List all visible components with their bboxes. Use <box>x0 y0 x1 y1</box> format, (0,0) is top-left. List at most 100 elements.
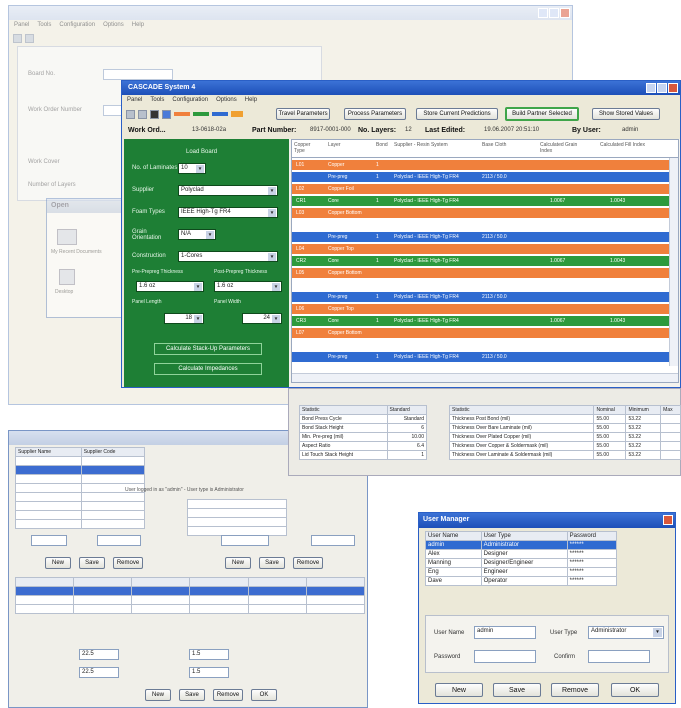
table-cell[interactable] <box>131 595 191 605</box>
column-header[interactable]: Supplier Name <box>15 447 82 457</box>
new-icon[interactable] <box>13 33 22 43</box>
panel-length-input[interactable]: 18 ▾ <box>164 313 204 324</box>
menu-item[interactable]: Panel <box>14 22 29 29</box>
arrow-icon[interactable] <box>231 111 243 117</box>
table-cell[interactable] <box>131 586 191 596</box>
table-cell[interactable] <box>189 595 249 605</box>
pre-prepreg-select[interactable]: 1.6 oz ▾ <box>136 281 204 292</box>
menu-item[interactable]: Configuration <box>172 97 208 104</box>
table-cell[interactable] <box>15 492 82 502</box>
save-button[interactable]: Save <box>259 557 285 569</box>
table-cell[interactable] <box>14 604 75 614</box>
stackup-row[interactable] <box>292 220 670 230</box>
menu-item[interactable]: Tools <box>37 22 51 29</box>
table-cell[interactable] <box>247 586 307 596</box>
table-cell[interactable]: Alex <box>425 549 482 559</box>
table-cell[interactable] <box>15 474 82 484</box>
table-cell[interactable] <box>187 508 287 518</box>
ok-button[interactable]: OK <box>611 683 659 697</box>
blue-layer-icon[interactable] <box>212 112 228 116</box>
thickness-input[interactable]: 22.5 <box>79 649 119 660</box>
travel-parameters-button[interactable]: Travel Parameters <box>276 108 330 120</box>
open-icon[interactable] <box>138 109 147 119</box>
table-cell[interactable]: Operator <box>480 576 568 586</box>
menu-item[interactable]: Configuration <box>59 22 95 29</box>
save-icon[interactable] <box>25 33 34 43</box>
table-cell[interactable] <box>73 604 133 614</box>
show-stored-button[interactable]: Show Stored Values <box>592 108 660 120</box>
table-cell[interactable] <box>80 474 146 484</box>
table-cell[interactable] <box>80 519 146 529</box>
supplier-select[interactable]: Polyclad ▾ <box>178 185 278 196</box>
menu-item[interactable]: Help <box>132 22 144 29</box>
laminates-stepper[interactable]: 10 ▾ <box>178 163 206 174</box>
close-icon[interactable] <box>663 515 673 525</box>
process-parameters-button[interactable]: Process Parameters <box>344 108 406 120</box>
table-cell[interactable] <box>189 586 249 596</box>
thickness-input[interactable]: 1.5 <box>189 649 229 660</box>
table-cell[interactable] <box>247 604 307 614</box>
chevron-down-icon[interactable]: ▾ <box>272 283 280 291</box>
orange-layer-icon[interactable] <box>174 112 190 116</box>
maximize-icon[interactable] <box>657 83 667 93</box>
new-button[interactable]: New <box>225 557 251 569</box>
stackup-row[interactable]: Pre-preg 1 Polyclad - IEEE High-Tg FR4 2113… <box>292 292 670 302</box>
stackup-row[interactable]: Pre-preg 1 Polyclad - IEEE High-Tg FR4 2113… <box>292 232 670 242</box>
stackup-row[interactable]: CR1 Core 1 Polyclad - IEEE High-Tg FR4 1.006… <box>292 196 670 206</box>
green-layer-icon[interactable] <box>193 112 209 116</box>
supplier-name-input[interactable] <box>31 535 67 546</box>
delete-icon[interactable] <box>150 109 159 119</box>
table-cell[interactable] <box>80 510 146 520</box>
panel-width-input[interactable]: 24 ▾ <box>242 313 282 324</box>
remove-button[interactable]: Remove <box>113 557 143 569</box>
stepper-icon[interactable]: ▾ <box>196 165 204 173</box>
minimize-icon[interactable] <box>646 83 656 93</box>
column-header[interactable] <box>131 577 191 587</box>
column-header[interactable]: Copper Type <box>294 142 316 154</box>
column-header[interactable]: User Name <box>425 531 482 541</box>
table-cell[interactable]: Eng <box>425 567 482 577</box>
construction-select[interactable]: 1-Cores ▾ <box>178 251 278 262</box>
table-cell[interactable]: admin <box>425 540 482 550</box>
stackup-row[interactable]: L01 Copper 1 <box>292 160 670 170</box>
post-prepreg-select[interactable]: 1.6 oz ▾ <box>214 281 282 292</box>
menu-item[interactable]: Tools <box>150 97 164 104</box>
table-cell[interactable]: Engineer <box>480 567 568 577</box>
stackup-row[interactable]: L02 Copper Foil <box>292 184 670 194</box>
table-cell[interactable]: ****** <box>566 549 618 559</box>
table-cell[interactable] <box>14 595 75 605</box>
table-cell[interactable] <box>187 517 287 527</box>
close-icon[interactable] <box>560 8 570 18</box>
table-cell[interactable]: Dave <box>425 576 482 586</box>
chevron-down-icon[interactable]: ▾ <box>268 253 276 261</box>
menu-item[interactable]: Options <box>103 22 124 29</box>
remove-button[interactable]: Remove <box>213 689 243 701</box>
table-cell[interactable] <box>187 499 287 509</box>
table-cell[interactable]: ****** <box>566 540 618 550</box>
ok-button[interactable]: OK <box>251 689 277 701</box>
table-cell[interactable] <box>73 586 133 596</box>
user-type-select[interactable]: Administrator ▾ <box>588 626 664 639</box>
password-field[interactable] <box>474 650 536 663</box>
minimize-icon[interactable] <box>538 8 548 18</box>
table-cell[interactable] <box>15 501 82 511</box>
stackup-row[interactable] <box>292 340 670 350</box>
column-header[interactable]: User Type <box>480 531 568 541</box>
table-cell[interactable] <box>305 586 366 596</box>
chevron-down-icon[interactable]: ▾ <box>268 209 276 217</box>
places-item[interactable]: My Recent Documents <box>51 249 102 255</box>
table-cell[interactable] <box>15 465 82 475</box>
stackup-row[interactable]: L07 Copper Bottom <box>292 328 670 338</box>
table-cell[interactable] <box>15 456 82 466</box>
table-cell[interactable]: Manning <box>425 558 482 568</box>
remove-button[interactable]: Remove <box>293 557 323 569</box>
thickness-input[interactable]: 1.5 <box>189 667 229 678</box>
resin-input[interactable] <box>221 535 269 546</box>
table-cell[interactable] <box>80 492 146 502</box>
table-cell[interactable] <box>305 604 366 614</box>
save-button[interactable]: Save <box>179 689 205 701</box>
column-header[interactable]: Bond <box>376 142 388 148</box>
table-cell[interactable] <box>15 519 82 529</box>
grain-select[interactable]: N/A ▾ <box>178 229 216 240</box>
table-cell[interactable] <box>73 595 133 605</box>
